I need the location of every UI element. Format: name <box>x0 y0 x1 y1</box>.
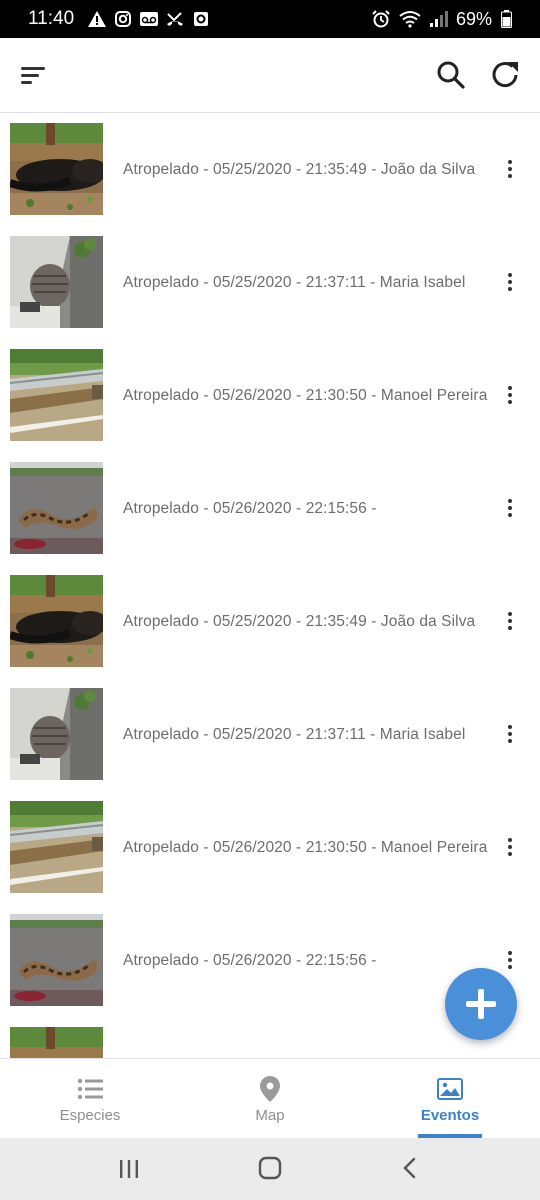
nav-item-eventos[interactable]: Eventos <box>360 1059 540 1138</box>
event-thumbnail <box>10 914 103 1006</box>
event-title: Atropelado - 05/26/2020 - 21:30:50 - Man… <box>123 386 488 404</box>
back-icon[interactable] <box>400 1156 420 1180</box>
event-row[interactable]: Atropelado - 05/26/2020 - 21:30:50 - Man… <box>0 339 540 452</box>
plus-icon <box>466 989 496 1019</box>
alarm-icon <box>372 10 390 28</box>
more-options-icon[interactable] <box>498 490 522 526</box>
status-bar: 11:40 69% <box>0 0 540 38</box>
event-thumbnail <box>10 1027 103 1058</box>
event-title: Atropelado - 05/25/2020 - 21:35:49 - Joã… <box>123 612 476 630</box>
more-options-icon[interactable] <box>498 603 522 639</box>
list-icon <box>76 1075 104 1103</box>
event-row[interactable]: Atropelado - 05/25/2020 - 21:37:11 - Mar… <box>0 226 540 339</box>
nav-item-map[interactable]: Map <box>180 1059 360 1138</box>
event-row[interactable]: Atropelado - 05/25/2020 - 21:37:11 - Mar… <box>0 678 540 791</box>
signal-icon <box>429 10 448 28</box>
event-row[interactable]: Atropelado - 05/25/2020 - 21:35:49 - Joã… <box>0 565 540 678</box>
battery-percent: 69% <box>455 8 492 29</box>
refresh-icon[interactable] <box>489 58 523 92</box>
search-icon[interactable] <box>434 58 468 92</box>
battery-icon <box>500 10 512 28</box>
more-options-icon[interactable] <box>498 829 522 865</box>
recents-icon[interactable] <box>118 1158 140 1180</box>
event-thumbnail <box>10 236 103 328</box>
bottom-nav: Especies Map Eventos <box>0 1058 540 1138</box>
status-right: 69% <box>372 9 512 30</box>
nav-label-eventos: Eventos <box>420 1107 480 1124</box>
more-options-icon[interactable] <box>498 264 522 300</box>
event-title: Atropelado - 05/25/2020 - 21:35:49 - Joã… <box>123 1017 493 1058</box>
sort-menu-icon[interactable] <box>18 60 50 92</box>
event-title: Atropelado - 05/26/2020 - 22:15:56 - <box>123 499 377 517</box>
status-time: 11:40 <box>28 8 75 29</box>
event-title: Atropelado - 05/25/2020 - 21:35:49 - Joã… <box>123 160 476 178</box>
wifi-icon <box>398 10 422 28</box>
instagram-icon <box>114 10 132 28</box>
event-thumbnail <box>10 349 103 441</box>
event-row[interactable]: Atropelado - 05/26/2020 - 21:30:50 - Man… <box>0 791 540 904</box>
more-options-icon[interactable] <box>498 942 522 978</box>
event-title: Atropelado - 05/26/2020 - 22:15:56 - <box>123 951 377 969</box>
event-title: Atropelado - 05/25/2020 - 21:37:11 - Mar… <box>123 273 466 291</box>
app-bar <box>0 38 540 113</box>
home-icon[interactable] <box>258 1156 282 1180</box>
event-thumbnail <box>10 575 103 667</box>
event-row[interactable]: Atropelado - 05/26/2020 - 22:15:56 - <box>0 452 540 565</box>
more-options-icon[interactable] <box>498 377 522 413</box>
event-thumbnail <box>10 688 103 780</box>
event-title: Atropelado - 05/25/2020 - 21:37:11 - Mar… <box>123 725 466 743</box>
more-options-icon[interactable] <box>498 716 522 752</box>
map-pin-icon <box>256 1075 284 1103</box>
nav-label-especies: Especies <box>59 1107 121 1124</box>
nav-item-especies[interactable]: Especies <box>0 1059 180 1138</box>
add-event-button[interactable] <box>445 968 517 1040</box>
event-thumbnail <box>10 123 103 215</box>
camera-app-icon <box>192 10 210 28</box>
status-left: 11:40 <box>28 8 210 30</box>
event-thumbnail <box>10 462 103 554</box>
voicemail-icon <box>140 10 159 28</box>
image-icon <box>436 1075 464 1103</box>
event-row[interactable]: Atropelado - 05/25/2020 - 21:35:49 - Joã… <box>0 113 540 226</box>
more-options-icon[interactable] <box>498 151 522 187</box>
warning-icon <box>88 10 107 28</box>
event-title: Atropelado - 05/26/2020 - 21:30:50 - Man… <box>123 838 488 856</box>
nav-label-map: Map <box>255 1107 285 1124</box>
event-thumbnail <box>10 801 103 893</box>
event-list[interactable]: Atropelado - 05/25/2020 - 21:35:49 - Joã… <box>0 113 540 1058</box>
system-nav-bar <box>0 1138 540 1200</box>
missed-call-icon <box>166 10 184 28</box>
